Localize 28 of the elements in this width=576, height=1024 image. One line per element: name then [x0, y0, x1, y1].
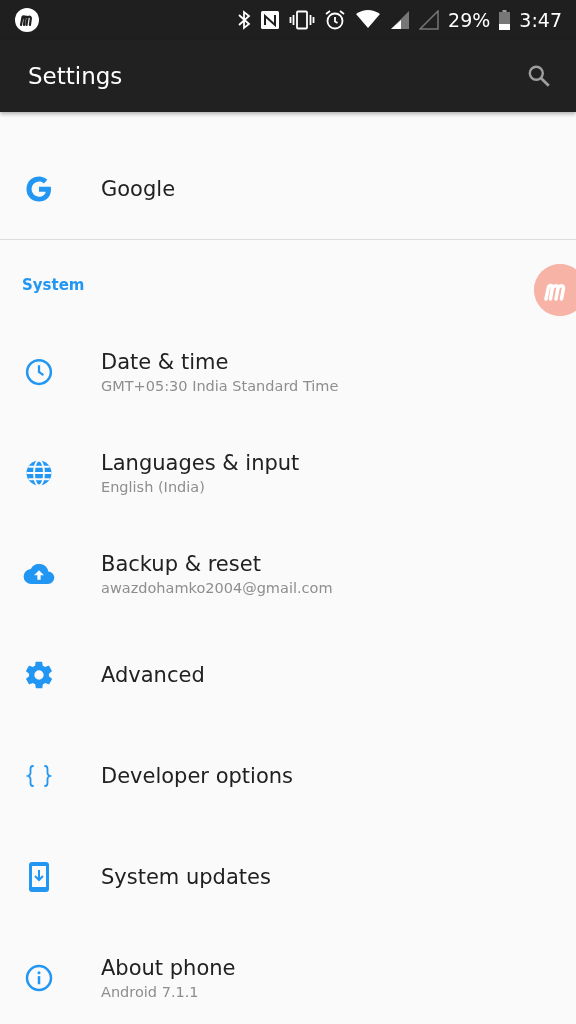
setting-title[interactable]: Google: [101, 174, 176, 203]
clock-icon: [23, 356, 54, 387]
setting-summary: English (India): [101, 477, 206, 497]
clock-time: 3:47: [519, 9, 562, 31]
setting-summary: Android 7.1.1: [101, 982, 200, 1002]
nfc-icon: [260, 10, 281, 30]
bluetooth-icon: [237, 10, 252, 30]
app-logo-icon: [14, 7, 40, 33]
signal-empty-icon: [419, 10, 440, 30]
setting-summary: awazdohamko2004@gmail.com: [101, 578, 333, 598]
setting-title[interactable]: System updates: [101, 862, 271, 891]
alarm-icon: [324, 9, 347, 31]
signal-icon: [390, 10, 411, 30]
setting-title[interactable]: Languages & input: [101, 448, 300, 477]
setting-title[interactable]: Backup & reset: [101, 549, 333, 578]
setting-title[interactable]: Advanced: [101, 660, 205, 689]
info-icon: [23, 962, 54, 993]
setting-summary: GMT+05:30 India Standard Time: [101, 376, 339, 396]
section-header: System: [22, 276, 85, 294]
app-bar-title: Settings: [28, 63, 123, 89]
battery-icon: [499, 10, 511, 30]
vibrate-icon: [289, 10, 316, 30]
setting-title[interactable]: Date & time: [101, 347, 339, 376]
phone-download-icon: [27, 860, 50, 893]
curly-braces-icon: [25, 763, 52, 788]
setting-title[interactable]: Developer options: [101, 761, 294, 790]
battery-percent: 29%: [448, 9, 491, 31]
setting-title[interactable]: About phone: [101, 953, 236, 982]
